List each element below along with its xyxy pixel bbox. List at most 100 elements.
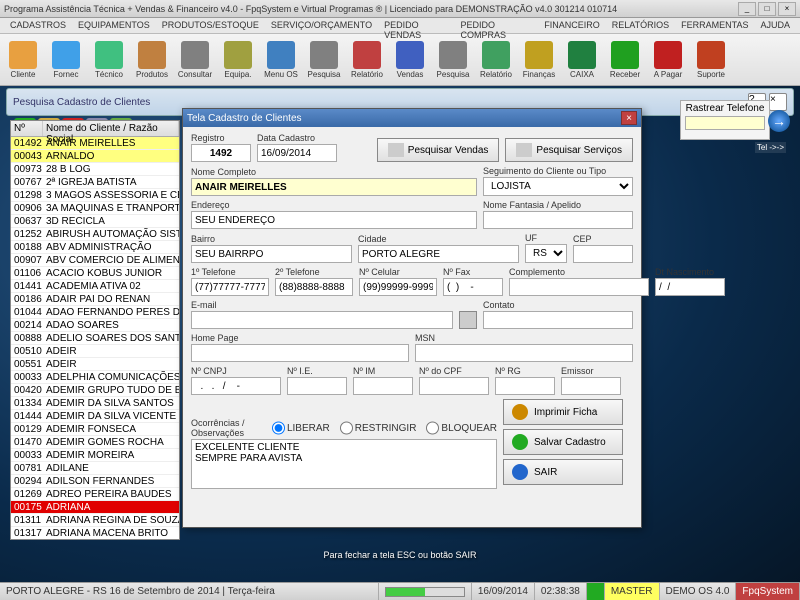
menu-item[interactable]: CADASTROS [4,18,72,33]
toolbar-pesquisa[interactable]: Pesquisa [303,36,345,84]
segmento-select[interactable]: LOJISTA [483,177,633,196]
toolbar-fornec[interactable]: Fornec [45,36,87,84]
menu-item[interactable]: AJUDA [754,18,796,33]
list-row[interactable]: 007672ª IGREJA BATISTA [11,176,179,189]
pesquisar-servicos-button[interactable]: Pesquisar Serviços [505,138,633,162]
list-row[interactable]: 00214ADAO SOARES [11,319,179,332]
list-row[interactable]: 006373D RECICLA [11,215,179,228]
registro-input[interactable] [191,144,251,162]
menu-item[interactable]: RELATÓRIOS [606,18,675,33]
endereco-input[interactable] [191,211,477,229]
toolbar-finanças[interactable]: Finanças [518,36,560,84]
uf-select[interactable]: RS [525,244,567,263]
menu-item[interactable]: SERVIÇO/ORÇAMENTO [265,18,378,33]
cel-input[interactable] [359,278,437,296]
list-row[interactable]: 00781ADILANE [11,462,179,475]
list-row[interactable]: 00033ADELPHIA COMUNICAÇÕES S/A [11,371,179,384]
nasc-input[interactable] [655,278,725,296]
list-row[interactable]: 00907ABV COMERCIO DE ALIMENTOS LT [11,254,179,267]
list-row[interactable]: 00420ADEMIR GRUPO TUDO DE BOM [11,384,179,397]
minimize-button[interactable]: _ [738,2,756,16]
client-list[interactable]: Nº Nome do Cliente / Razão Social 01492A… [10,120,180,540]
toolbar-cliente[interactable]: Cliente [2,36,44,84]
bairro-input[interactable] [191,245,352,263]
emissor-input[interactable] [561,377,621,395]
list-row[interactable]: 00033ADEMIR MOREIRA [11,449,179,462]
list-row[interactable]: 01444ADEMIR DA SILVA VICENTE (PPG T [11,410,179,423]
menu-item[interactable]: FINANCEIRO [538,18,606,33]
list-row[interactable]: 00888ADELIO SOARES DOS SANTOS [11,332,179,345]
list-row[interactable]: 00294ADILSON FERNANDES [11,475,179,488]
col-name[interactable]: Nome do Cliente / Razão Social [43,121,179,136]
tel1-input[interactable] [191,278,269,296]
restringir-radio[interactable]: RESTRINGIR [340,419,417,437]
list-row[interactable]: 01269ADREO PEREIRA BAUDES [11,488,179,501]
email-icon[interactable] [459,311,477,329]
menu-item[interactable]: FERRAMENTAS [675,18,754,33]
list-row[interactable]: 00510ADEIR [11,345,179,358]
dialog-titlebar[interactable]: Tela Cadastro de Clientes × [183,109,641,127]
menu-item[interactable]: PEDIDO COMPRAS [454,18,538,33]
toolbar-a pagar[interactable]: A Pagar [647,36,689,84]
ie-input[interactable] [287,377,347,395]
toolbar-consultar[interactable]: Consultar [174,36,216,84]
dialog-close-icon[interactable]: × [621,111,637,125]
comp-input[interactable] [509,278,649,296]
list-row[interactable]: 01044ADAO FERNANDO PERES DE SOUZ [11,306,179,319]
list-row[interactable]: 01317ADRIANA MACENA BRITO [11,527,179,540]
im-input[interactable] [353,377,413,395]
toolbar-relatório[interactable]: Relatório [475,36,517,84]
contato-input[interactable] [483,311,633,329]
list-row[interactable]: 00188ABV ADMINISTRAÇÃO [11,241,179,254]
cidade-input[interactable] [358,245,519,263]
list-row[interactable]: 01441ACADEMIA ATIVA 02 [11,280,179,293]
tel2-input[interactable] [275,278,353,296]
rg-input[interactable] [495,377,555,395]
liberar-radio[interactable]: LIBERAR [272,419,330,437]
fax-input[interactable] [443,278,503,296]
email-input[interactable] [191,311,453,329]
cpf-input[interactable] [419,377,489,395]
fantasia-input[interactable] [483,211,633,229]
panel-close-icon[interactable]: × [769,93,787,111]
list-row[interactable]: 009063A MAQUINAS E TRANPORTES [11,202,179,215]
toolbar-equipa.[interactable]: Equipa. [217,36,259,84]
list-row[interactable]: 012983 MAGOS ASSESSORIA E CERIMON [11,189,179,202]
list-row[interactable]: 0097328 B LOG [11,163,179,176]
data-input[interactable] [257,144,337,162]
list-row[interactable]: 00043ARNALDO [11,150,179,163]
menu-item[interactable]: PEDIDO VENDAS [378,18,454,33]
nome-input[interactable] [191,178,477,196]
toolbar-pesquisa[interactable]: Pesquisa [432,36,474,84]
col-num[interactable]: Nº [11,121,43,136]
toolbar-receber[interactable]: Receber [604,36,646,84]
toolbar-técnico[interactable]: Técnico [88,36,130,84]
toolbar-caixa[interactable]: CAIXA [561,36,603,84]
toolbar-vendas[interactable]: Vendas [389,36,431,84]
list-row[interactable]: 00175ADRIANA [11,501,179,514]
cnpj-input[interactable] [191,377,281,395]
list-row[interactable]: 00129ADEMIR FONSECA [11,423,179,436]
list-row[interactable]: 00186ADAIR PAI DO RENAN [11,293,179,306]
homepage-input[interactable] [191,344,409,362]
list-row[interactable]: 00551ADEIR [11,358,179,371]
arrow-next-icon[interactable]: → [768,110,790,132]
salvar-button[interactable]: Salvar Cadastro [503,429,623,455]
menu-item[interactable]: PRODUTOS/ESTOQUE [156,18,265,33]
list-row[interactable]: 01492ANAIR MEIRELLES [11,137,179,150]
list-row[interactable]: 01106ACACIO KOBUS JUNIOR [11,267,179,280]
toolbar-suporte[interactable]: Suporte [690,36,732,84]
toolbar-produtos[interactable]: Produtos [131,36,173,84]
list-row[interactable]: 01311ADRIANA REGINA DE SOUZA [11,514,179,527]
pesquisar-vendas-button[interactable]: Pesquisar Vendas [377,138,500,162]
list-row[interactable]: 01470ADEMIR GOMES ROCHA [11,436,179,449]
msn-input[interactable] [415,344,633,362]
imprimir-button[interactable]: Imprimir Ficha [503,399,623,425]
obs-textarea[interactable]: EXCELENTE CLIENTE SEMPRE PARA AVISTA [191,439,497,489]
list-row[interactable]: 01252ABIRUSH AUTOMAÇÃO SISTEMAS [11,228,179,241]
toolbar-relatório[interactable]: Relatório [346,36,388,84]
rastrear-input[interactable] [685,116,765,130]
maximize-button[interactable]: □ [758,2,776,16]
sair-button[interactable]: SAIR [503,459,623,485]
toolbar-menu os[interactable]: Menu OS [260,36,302,84]
